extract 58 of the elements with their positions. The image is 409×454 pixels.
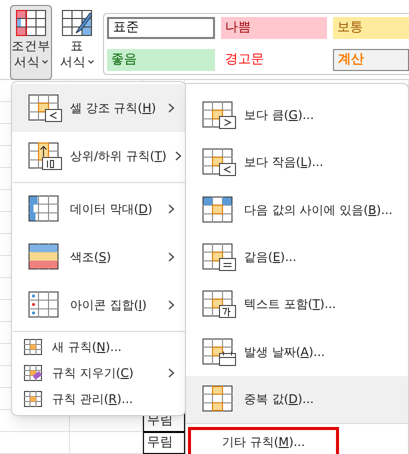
menu-item[interactable]: 데이터 막대(D) <box>12 185 185 233</box>
rule-icon <box>202 100 236 129</box>
rule-icon <box>202 243 236 272</box>
menu-label: 텍스트 포함(T)... <box>244 296 337 314</box>
menu-label: 규칙 지우기(C) <box>52 365 135 382</box>
rule-icon <box>202 148 236 176</box>
menu-label: 기타 규칙(M)... <box>222 434 305 452</box>
menu-item[interactable]: 같음(E)... <box>186 233 408 281</box>
menu-item[interactable]: 보다 큼(G)... <box>186 91 408 138</box>
menu-label: 보다 큼(G)... <box>244 106 315 124</box>
menu-item[interactable]: 텍스트 포함(T)... <box>186 280 408 328</box>
rule-icon <box>28 142 62 170</box>
caret-icon <box>88 60 94 64</box>
menu-item[interactable]: 기타 규칙(M)... <box>188 427 339 454</box>
rule-icon <box>24 365 42 381</box>
ribbon-button-label: 서식 <box>60 54 86 70</box>
menu-label: 데이터 막대(D) <box>70 201 154 218</box>
menu-label: 보다 작음(L)... <box>244 154 324 172</box>
rule-icon <box>202 338 236 366</box>
menu-label: 상위/하위 규칙(T) <box>70 148 167 165</box>
sheet-cell <box>0 432 70 454</box>
menu-item[interactable]: 보다 작음(L)... <box>186 138 408 186</box>
menu-label: 셀 강조 규칙(H) <box>70 100 158 117</box>
menu-item[interactable]: 셀 강조 규칙(H) <box>12 84 185 132</box>
table-brush-icon <box>62 10 92 36</box>
menu-label: 새 규칙(N)... <box>52 339 123 356</box>
rule-icon <box>24 339 42 355</box>
table-cell: 무림 <box>143 432 185 454</box>
menu-item[interactable]: 규칙 지우기(C) <box>12 360 185 386</box>
menu-label: 다음 값의 사이에 있음(B)... <box>244 202 394 219</box>
menu-item[interactable]: 색조(S) <box>12 233 185 281</box>
menu-item[interactable]: 다음 값의 사이에 있음(B)... <box>186 186 408 234</box>
menu-item[interactable]: 발생 날짜(A)... <box>186 328 408 376</box>
ribbon-button-label: 서식 <box>14 54 40 70</box>
rule-icon <box>28 94 62 122</box>
ribbon-button[interactable]: 표 서식 <box>56 5 98 80</box>
cell-style[interactable]: 좋음 <box>107 48 215 70</box>
menu-label: 같음(E)... <box>244 249 298 266</box>
cell-style[interactable]: 표준 <box>107 17 215 39</box>
caret-icon <box>42 60 48 64</box>
menu-label: 발생 날짜(A)... <box>244 344 326 361</box>
menu-item[interactable]: 중복 값(D)... <box>186 376 408 424</box>
menu-label: 중복 값(D)... <box>244 391 315 408</box>
rule-icon <box>202 290 236 318</box>
ribbon-button[interactable]: 조건부 서식 <box>10 5 52 80</box>
menu-item[interactable]: 새 규칙(N)... <box>12 334 185 360</box>
table-icon <box>16 10 46 36</box>
cell-style[interactable]: 나쁨 <box>221 17 327 39</box>
menu-item[interactable]: 아이콘 집합(I) <box>12 281 185 329</box>
ribbon-button-label: 표 <box>70 38 84 54</box>
menu-item[interactable]: 규칙 관리(R)... <box>12 386 185 412</box>
menu-label: 아이콘 집합(I) <box>70 297 148 314</box>
menu-label: 규칙 관리(R)... <box>52 391 134 408</box>
menu-item[interactable]: 상위/하위 규칙(T) <box>12 132 185 180</box>
ribbon-button-label: 조건부 <box>12 38 50 54</box>
cell-style[interactable]: 보통 <box>333 17 409 39</box>
rule-icon <box>24 391 42 407</box>
menu-label: 색조(S) <box>70 249 112 266</box>
